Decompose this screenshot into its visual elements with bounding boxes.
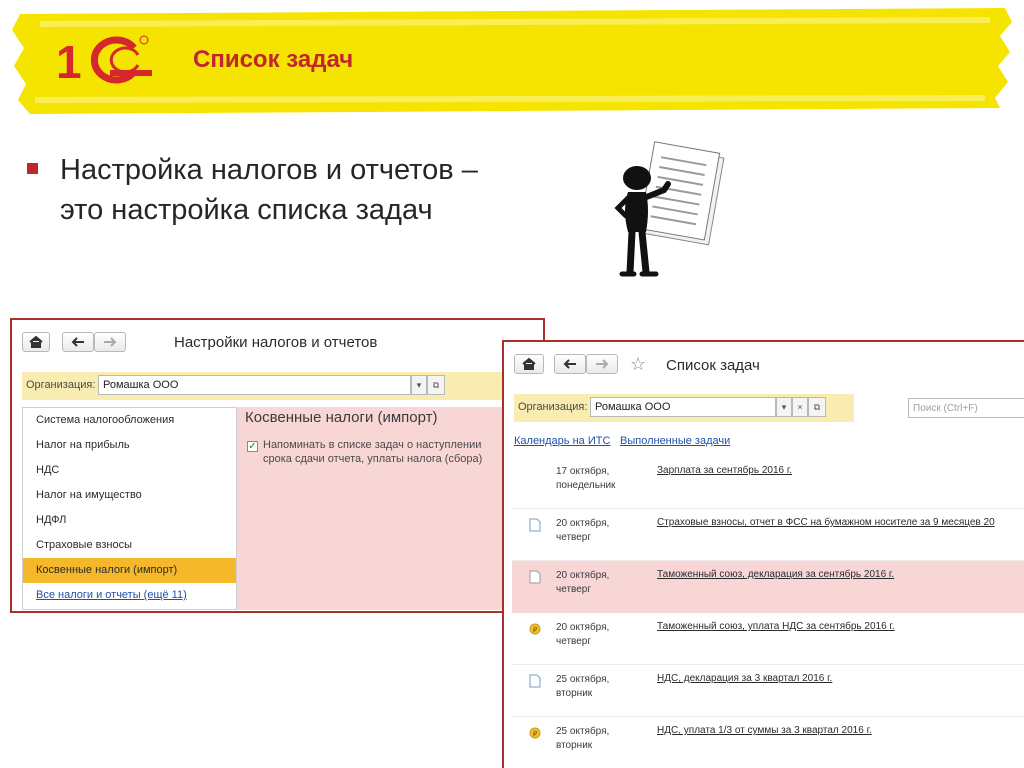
window-title: Список задач bbox=[666, 357, 760, 374]
pane-title: Косвенные налоги (импорт) bbox=[245, 409, 438, 426]
task-date-weekday: четверг bbox=[556, 532, 591, 543]
completed-tasks-link[interactable]: Выполненные задачи bbox=[620, 435, 730, 447]
task-row[interactable]: 20 октября, четверг Таможенный союз, декл… bbox=[512, 561, 1024, 613]
forward-button[interactable] bbox=[94, 332, 126, 352]
task-row[interactable]: 25 октября, вторник НДС, декларация за 3 … bbox=[512, 665, 1024, 717]
header-highlight bbox=[12, 8, 1012, 114]
sidebar-item-insurance[interactable]: Страховые взносы bbox=[23, 533, 236, 558]
task-row[interactable]: ₽ 25 октября, вторник НДС, уплата 1/3 от … bbox=[512, 717, 1024, 768]
bullet-marker bbox=[27, 163, 38, 174]
document-icon bbox=[529, 518, 541, 532]
open-icon: ⧉ bbox=[813, 401, 821, 412]
remind-checkbox[interactable]: ✓ bbox=[247, 441, 258, 452]
svg-text:1: 1 bbox=[56, 36, 82, 84]
chevron-down-icon: ▾ bbox=[781, 401, 787, 412]
sidebar-item-tax-system[interactable]: Система налогообложения bbox=[23, 408, 236, 433]
1c-logo: 1 bbox=[56, 35, 152, 84]
arrow-left-icon bbox=[563, 359, 576, 369]
document-icon bbox=[529, 570, 541, 584]
task-date-day: 20 октября, bbox=[556, 518, 610, 529]
its-calendar-link[interactable]: Календарь на ИТС bbox=[514, 435, 610, 447]
home-button[interactable] bbox=[514, 354, 544, 374]
task-date: 25 октября, вторник bbox=[556, 673, 646, 701]
chevron-down-icon: ▾ bbox=[416, 379, 422, 390]
bullet-line-2: это настройка списка задач bbox=[60, 194, 433, 226]
task-row[interactable]: 20 октября, четверг Страховые взносы, отч… bbox=[512, 509, 1024, 561]
sidebar-item-profit-tax[interactable]: Налог на прибыль bbox=[23, 433, 236, 458]
sidebar-item-indirect-taxes[interactable]: Косвенные налоги (импорт) bbox=[23, 558, 236, 583]
task-date-weekday: четверг bbox=[556, 636, 591, 647]
close-icon: × bbox=[797, 402, 803, 412]
organization-label: Организация: bbox=[518, 401, 588, 413]
organization-row: Организация: Ромашка ООО ▾ × ⧉ bbox=[514, 394, 854, 422]
back-button[interactable] bbox=[554, 354, 586, 374]
task-date-day: 25 октября, bbox=[556, 674, 610, 685]
task-description[interactable]: Зарплата за сентябрь 2016 г. bbox=[657, 465, 792, 476]
arrow-right-icon bbox=[104, 337, 117, 347]
open-icon: ⧉ bbox=[432, 379, 440, 390]
task-description[interactable]: Таможенный союз, декларация за сентябрь … bbox=[657, 569, 894, 580]
task-row[interactable]: 17 октября, понедельник Зарплата за сентя… bbox=[512, 457, 1024, 509]
task-description[interactable]: НДС, уплата 1/3 от суммы за 3 квартал 20… bbox=[657, 725, 872, 736]
organization-row: Организация: Ромашка ООО ▾ ⧉ bbox=[22, 372, 535, 400]
home-icon bbox=[522, 358, 536, 370]
tax-sidebar: Система налогообложения Налог на прибыль… bbox=[22, 407, 237, 610]
organization-open-button[interactable]: ⧉ bbox=[427, 375, 445, 395]
svg-text:₽: ₽ bbox=[533, 626, 538, 634]
remind-checkbox-label: Напоминать в списке задач о наступлении … bbox=[263, 439, 483, 465]
task-date-weekday: вторник bbox=[556, 740, 593, 751]
arrow-left-icon bbox=[71, 337, 84, 347]
person-with-list-figure bbox=[614, 141, 725, 277]
forward-button[interactable] bbox=[586, 354, 618, 374]
arrow-right-icon bbox=[596, 359, 609, 369]
task-date-weekday: четверг bbox=[556, 584, 591, 595]
organization-dropdown-button[interactable]: ▾ bbox=[411, 375, 427, 395]
task-date-day: 20 октября, bbox=[556, 570, 610, 581]
organization-open-button[interactable]: ⧉ bbox=[808, 397, 826, 417]
task-list-window: ☆ Список задач Организация: Ромашка ООО … bbox=[502, 340, 1024, 768]
task-date: 20 октября, четверг bbox=[556, 517, 646, 545]
settings-pane: Косвенные налоги (импорт) ✓ Напоминать в… bbox=[237, 407, 543, 610]
task-date: 25 октября, вторник bbox=[556, 725, 646, 753]
sidebar-item-ndfl[interactable]: НДФЛ bbox=[23, 508, 236, 533]
sidebar-item-property-tax[interactable]: Налог на имущество bbox=[23, 483, 236, 508]
organization-input[interactable]: Ромашка ООО bbox=[590, 397, 776, 417]
task-date-weekday: понедельник bbox=[556, 480, 616, 491]
checkmark-icon: ✓ bbox=[248, 441, 257, 452]
task-date-day: 20 октября, bbox=[556, 622, 610, 633]
organization-clear-button[interactable]: × bbox=[792, 397, 808, 417]
organization-input[interactable]: Ромашка ООО bbox=[98, 375, 411, 395]
favorite-star-icon[interactable]: ☆ bbox=[630, 354, 646, 375]
document-icon bbox=[529, 674, 541, 688]
task-description[interactable]: НДС, декларация за 3 квартал 2016 г. bbox=[657, 673, 832, 684]
bullet-line-1: Настройка налогов и отчетов – bbox=[60, 154, 478, 186]
window-title: Настройки налогов и отчетов bbox=[174, 334, 378, 351]
task-date: 20 октября, четверг bbox=[556, 569, 646, 597]
task-date-day: 17 октября, bbox=[556, 466, 610, 477]
sidebar-item-vat[interactable]: НДС bbox=[23, 458, 236, 483]
organization-label: Организация: bbox=[26, 379, 96, 391]
task-date-day: 25 октября, bbox=[556, 726, 610, 737]
all-taxes-link[interactable]: Все налоги и отчеты (ещё 11) bbox=[36, 589, 187, 601]
home-button[interactable] bbox=[22, 332, 50, 352]
coin-icon: ₽ bbox=[529, 623, 541, 635]
task-description[interactable]: Таможенный союз, уплата НДС за сентябрь … bbox=[657, 621, 895, 632]
slide-title: Список задач bbox=[193, 46, 354, 73]
organization-dropdown-button[interactable]: ▾ bbox=[776, 397, 792, 417]
task-date: 20 октября, четверг bbox=[556, 621, 646, 649]
back-button[interactable] bbox=[62, 332, 94, 352]
svg-text:₽: ₽ bbox=[533, 730, 538, 738]
task-description[interactable]: Страховые взносы, отчет в ФСС на бумажно… bbox=[657, 517, 995, 528]
home-icon bbox=[29, 336, 43, 348]
search-input[interactable]: Поиск (Ctrl+F) bbox=[908, 398, 1024, 418]
task-date-weekday: вторник bbox=[556, 688, 593, 699]
task-date: 17 октября, понедельник bbox=[556, 465, 646, 493]
tax-settings-window: Настройки налогов и отчетов Организация:… bbox=[10, 318, 545, 613]
coin-icon: ₽ bbox=[529, 727, 541, 739]
task-row[interactable]: ₽ 20 октября, четверг Таможенный союз, уп… bbox=[512, 613, 1024, 665]
bullet-text: Настройка налогов и отчетов – это настро… bbox=[60, 150, 560, 230]
